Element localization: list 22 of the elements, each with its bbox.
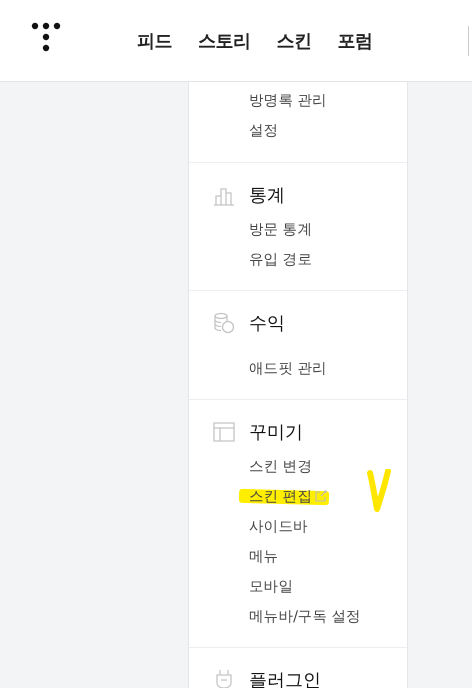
coins-icon bbox=[213, 312, 235, 334]
menu-link[interactable]: 애드핏 관리 bbox=[249, 361, 327, 377]
layout-icon bbox=[213, 421, 235, 443]
section-title: 수익 bbox=[249, 312, 285, 335]
menu-link[interactable]: 메뉴 bbox=[249, 549, 278, 565]
section-title: 꾸미기 bbox=[249, 421, 303, 444]
nav-link[interactable]: 피드 bbox=[137, 28, 172, 52]
logo-icon[interactable] bbox=[31, 22, 61, 52]
menu-link[interactable]: 방명록 관리 bbox=[249, 93, 327, 109]
menu-link[interactable]: 모바일 bbox=[249, 579, 294, 595]
nav-link[interactable]: 스토리 bbox=[198, 28, 250, 52]
section-title: 통계 bbox=[249, 184, 285, 207]
nav-link[interactable]: 포럼 bbox=[338, 28, 372, 52]
menu-link[interactable]: 메뉴바/구독 설정 bbox=[249, 609, 361, 625]
menu-link[interactable]: 방문 통계 bbox=[249, 222, 312, 238]
menu-link[interactable]: 설정 bbox=[249, 123, 278, 139]
menu-link[interactable]: 유입 경로 bbox=[249, 252, 312, 268]
nav-link[interactable]: 스킨 bbox=[276, 28, 312, 52]
menu-link[interactable]: 스킨 변경 bbox=[249, 459, 312, 475]
menu-link[interactable]: 스킨 편집 bbox=[249, 489, 312, 505]
check-mark-drawing bbox=[367, 469, 391, 513]
menu-link[interactable]: 사이드바 bbox=[249, 519, 308, 535]
